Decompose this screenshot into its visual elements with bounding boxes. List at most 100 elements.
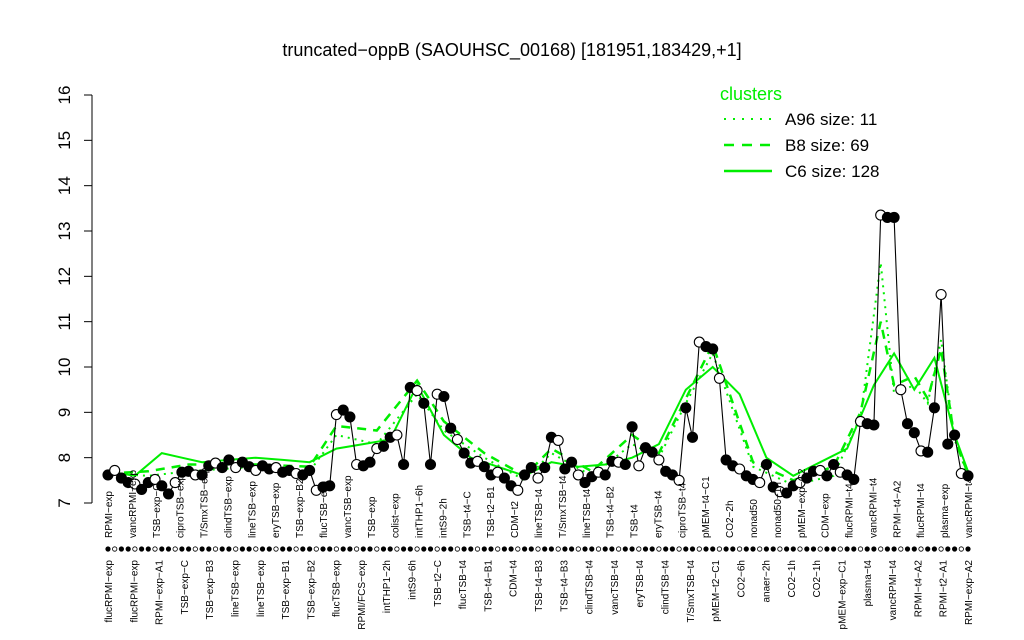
data-point (566, 456, 578, 468)
rug-point (844, 546, 850, 552)
data-point (391, 429, 403, 441)
x-label-top: colist−exp (391, 493, 402, 538)
x-label-top: vancRPMI−t4 (868, 477, 879, 538)
x-label-bottom: lineTSB−exp (231, 560, 242, 617)
x-label-bottom: CO2−1h (812, 560, 823, 598)
data-point (532, 472, 544, 484)
x-label-top: flucRPMI−t4 (845, 483, 856, 538)
data-point (364, 456, 376, 468)
rug-point (663, 546, 669, 552)
rug-point (300, 546, 306, 552)
data-point (713, 372, 725, 384)
data-point (458, 447, 470, 459)
rug-point (206, 546, 212, 552)
x-label-top: TSB−exp−B2 (295, 478, 306, 538)
y-tick-label: 9 (55, 408, 74, 417)
x-label-top: lineTSB−t4 (582, 488, 593, 538)
rug-point (266, 546, 272, 552)
x-label-top: TSB−t2−B1 (486, 486, 497, 538)
rug-point (824, 546, 830, 552)
legend-title: clusters (720, 84, 782, 104)
rug-point (703, 546, 709, 552)
x-label-bottom: TSB−exp−C (180, 560, 191, 614)
rug-point (280, 546, 286, 552)
legend-label-b8: B8 size: 69 (785, 136, 869, 155)
rug-point (159, 546, 165, 552)
data-point (928, 402, 940, 414)
rug-point (609, 546, 615, 552)
data-point (162, 488, 175, 500)
x-label-top: RPMI−t4−A2 (892, 480, 903, 538)
rug-point (770, 546, 776, 552)
x-label-bottom: intTHP1−2h (382, 560, 393, 613)
rug-point (414, 546, 420, 552)
rug-point (555, 546, 561, 552)
rug-point (810, 546, 817, 552)
x-label-top: vancRPMI−t4 (964, 477, 975, 538)
data-point (619, 458, 631, 471)
x-label-top: CDM−t2 (510, 501, 521, 538)
rug-point (233, 546, 239, 552)
rug-point (857, 546, 864, 552)
x-label-top: TSB−exp (367, 496, 378, 538)
rug-point (904, 546, 911, 552)
rug-point (636, 546, 642, 552)
rug-point (750, 546, 756, 552)
rug-point (804, 546, 810, 552)
rug-point (434, 546, 440, 552)
rug-point (575, 546, 581, 552)
rug-point (488, 546, 494, 552)
chart-title: truncated−oppB (SAOUHSC_00168) [181951,1… (282, 40, 741, 61)
data-point (888, 211, 900, 223)
rug-point (723, 546, 729, 552)
rug-point (454, 546, 460, 552)
data-point (451, 433, 463, 446)
x-label-top: ciproTSB−exp (176, 474, 187, 538)
rug-point (112, 546, 118, 552)
x-label-bottom: clindTSB−t4 (661, 560, 672, 615)
rug-point (306, 546, 313, 552)
rug-point (884, 546, 891, 552)
x-label-bottom: lineTSB−exp (256, 560, 267, 617)
data-point (922, 446, 934, 458)
x-label-bottom: TSB−t4−B1 (483, 560, 494, 612)
x-label-top: flucRPMI−t4 (916, 483, 927, 538)
x-label-bottom: TSB−t2−C (433, 560, 444, 607)
rug-point (360, 546, 366, 552)
rug-point (710, 546, 716, 552)
legend-label-a96: A96 size: 11 (785, 110, 877, 129)
rug-point (441, 546, 447, 552)
rug-point (918, 546, 924, 552)
rug-point (864, 546, 870, 552)
data-point (445, 422, 457, 434)
rug-point (622, 546, 628, 552)
rug-point (468, 546, 474, 552)
x-label-top: pMEM−t4−C1 (701, 476, 712, 538)
cluster-lines (107, 262, 970, 486)
rug-point (448, 546, 454, 552)
x-label-top: nonad50 (749, 499, 760, 538)
rug-point (562, 546, 568, 552)
x-label-bottom: vancTSB−t4 (610, 560, 621, 615)
rug-point (837, 546, 843, 552)
rug-point (790, 546, 796, 552)
rug-point (911, 546, 917, 552)
rug-point (501, 546, 507, 552)
legend-label-c6: C6 size: 128 (785, 162, 880, 181)
rug-point (649, 546, 655, 552)
rug-point (145, 546, 151, 552)
rug-point (642, 546, 649, 552)
data-point (686, 431, 699, 443)
data-point (512, 484, 524, 496)
rug-point (286, 546, 292, 552)
data-point (868, 419, 880, 431)
x-label-bottom: pMEM−t2−C1 (711, 560, 722, 622)
rug-point (615, 546, 622, 552)
x-label-top: T/SmxTSB−t4 (558, 475, 569, 538)
rug-point (427, 546, 434, 552)
x-label-top: lineTSB−t4 (534, 488, 545, 538)
data-point (707, 343, 719, 355)
rug-point (481, 546, 487, 552)
rug-point (407, 546, 413, 552)
rug-point (179, 546, 185, 552)
